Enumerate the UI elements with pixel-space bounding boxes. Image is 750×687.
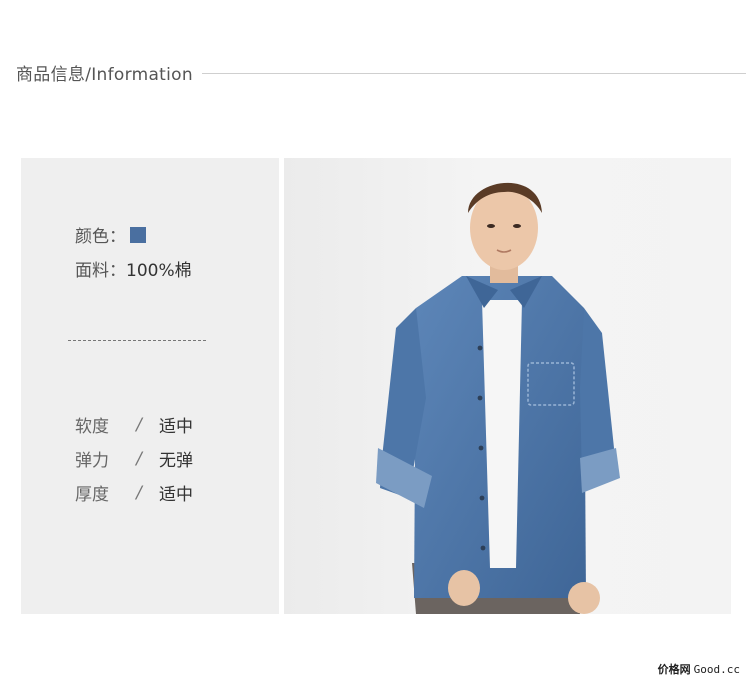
attribute-row-thickness: 厚度 / 适中 [75,480,193,506]
attribute-separator: / [136,482,142,503]
attribute-key: 弹力 [75,451,109,471]
product-photo [284,158,731,614]
fabric-label: 面料： [75,261,126,281]
header-divider [201,72,746,74]
attribute-key: 软度 [75,417,109,437]
color-label: 颜色： [75,227,126,247]
attribute-separator: / [136,448,142,469]
color-swatch [130,226,146,243]
attribute-separator: / [136,414,142,435]
attribute-value: 适中 [159,485,193,505]
watermark-en: Good.cc [693,663,740,676]
watermark: 价格网 Good.cc [658,661,740,677]
dashed-divider [68,340,206,341]
fabric-value: 100%棉 [126,261,192,281]
attribute-row-elasticity: 弹力 / 无弹 [75,446,193,472]
attribute-value: 适中 [159,417,193,437]
product-info-panel: 颜色： 面料： 100%棉 软度 / 适中 弹力 / 无弹 厚度 / 适中 [21,158,279,614]
fabric-row: 面料： 100%棉 [75,256,192,281]
attribute-value: 无弹 [159,451,193,471]
color-row: 颜色： [75,222,146,247]
section-header: 商品信息/Information [16,60,746,85]
attribute-row-softness: 软度 / 适中 [75,412,193,438]
attribute-key: 厚度 [75,485,109,505]
section-title: 商品信息/Information [16,64,193,85]
watermark-cn: 价格网 [657,663,691,676]
model-illustration [376,182,620,614]
